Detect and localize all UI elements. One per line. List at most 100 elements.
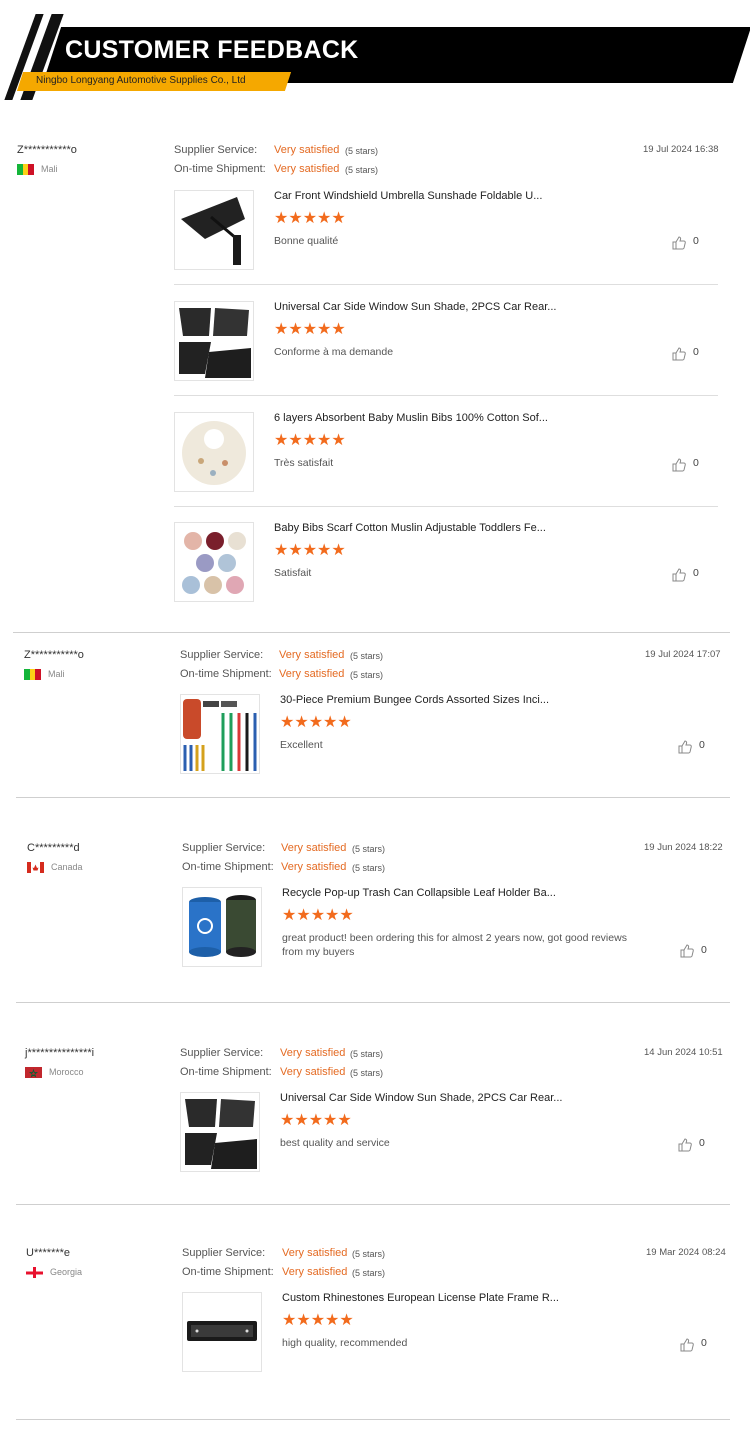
window-sunshade-image[interactable] <box>180 1092 260 1172</box>
review-date: 19 Jun 2024 18:22 <box>644 842 723 853</box>
like-count: 0 <box>701 944 707 956</box>
license-plate-frame-image[interactable] <box>182 1292 262 1372</box>
page-title: CUSTOMER FEEDBACK <box>65 36 359 64</box>
review-comment: Satisfait <box>274 567 312 579</box>
supplier-service-label: Supplier Service: <box>182 1247 266 1259</box>
rating-stars: ★★★★★ <box>282 907 354 924</box>
company-name: Ningbo Longyang Automotive Supplies Co.,… <box>36 75 246 86</box>
product-name[interactable]: Recycle Pop-up Trash Can Collapsible Lea… <box>282 887 556 899</box>
reviewer-name: Z***********o <box>17 144 77 156</box>
product-name[interactable]: Universal Car Side Window Sun Shade, 2PC… <box>280 1092 562 1104</box>
on-time-shipment-rating: Very satisfied <box>282 1266 348 1278</box>
bungee-cords-image[interactable] <box>180 694 260 774</box>
on-time-shipment-label: On-time Shipment: <box>182 1266 274 1278</box>
feedback-banner: CUSTOMER FEEDBACK Ningbo Longyang Automo… <box>0 0 750 110</box>
on-time-shipment-label: On-time Shipment: <box>180 1066 272 1078</box>
on-time-shipment-label: On-time Shipment: <box>180 668 272 680</box>
product-name[interactable]: 30-Piece Premium Bungee Cords Assorted S… <box>280 694 549 706</box>
review-divider <box>16 1002 730 1003</box>
morocco-flag-icon <box>25 1066 42 1078</box>
on-time-shipment-stars: (5 stars) <box>350 670 384 680</box>
reviewer-country: Mali <box>48 669 65 679</box>
product-item: Recycle Pop-up Trash Can Collapsible Lea… <box>182 887 742 987</box>
reviewer-country: Canada <box>51 862 83 872</box>
supplier-service-stars: (5 stars) <box>350 1049 384 1059</box>
reviewer-name: j***************i <box>25 1047 95 1059</box>
rating-stars: ★★★★★ <box>280 1112 352 1129</box>
product-name[interactable]: Baby Bibs Scarf Cotton Muslin Adjustable… <box>274 522 546 534</box>
reviewer-country: Mali <box>41 164 58 174</box>
thumbs-up-icon[interactable] <box>679 1337 695 1353</box>
rating-stars: ★★★★★ <box>274 321 346 338</box>
georgia-flag-icon <box>26 1266 43 1278</box>
canada-flag-icon <box>27 861 44 873</box>
review-divider <box>16 1204 730 1205</box>
thumbs-up-icon[interactable] <box>671 457 687 473</box>
rating-stars: ★★★★★ <box>282 1312 354 1329</box>
supplier-service-rating: Very satisfied <box>282 1247 348 1259</box>
on-time-shipment-rating: Very satisfied <box>274 163 340 175</box>
mali-flag-icon <box>24 668 41 680</box>
on-time-shipment-stars: (5 stars) <box>345 165 379 175</box>
supplier-service-label: Supplier Service: <box>174 144 258 156</box>
thumbs-up-icon[interactable] <box>677 739 693 755</box>
product-name[interactable]: Car Front Windshield Umbrella Sunshade F… <box>274 190 542 202</box>
like-count: 0 <box>693 457 699 469</box>
item-separator <box>174 395 718 396</box>
on-time-shipment-label: On-time Shipment: <box>182 861 274 873</box>
baby-bib-image[interactable] <box>174 412 254 492</box>
supplier-service-rating: Very satisfied <box>281 842 347 854</box>
on-time-shipment-rating: Very satisfied <box>279 668 345 680</box>
bibs-scarf-image[interactable] <box>174 522 254 602</box>
rating-stars: ★★★★★ <box>274 432 346 449</box>
umbrella-sunshade-image[interactable] <box>174 190 254 270</box>
rating-stars: ★★★★★ <box>274 210 346 227</box>
product-item: 6 layers Absorbent Baby Muslin Bibs 100%… <box>174 412 734 512</box>
product-name[interactable]: Universal Car Side Window Sun Shade, 2PC… <box>274 301 556 313</box>
supplier-service-rating: Very satisfied <box>274 144 340 156</box>
like-count: 0 <box>693 235 699 247</box>
thumbs-up-icon[interactable] <box>679 943 695 959</box>
thumbs-up-icon[interactable] <box>671 235 687 251</box>
reviewer-country: Morocco <box>49 1067 84 1077</box>
product-name[interactable]: 6 layers Absorbent Baby Muslin Bibs 100%… <box>274 412 548 424</box>
like-count: 0 <box>699 739 705 751</box>
reviewer-name: Z***********o <box>24 649 84 661</box>
thumbs-up-icon[interactable] <box>671 346 687 362</box>
review-date: 19 Jul 2024 16:38 <box>643 144 719 155</box>
supplier-service-stars: (5 stars) <box>350 651 384 661</box>
supplier-service-rating: Very satisfied <box>280 1047 346 1059</box>
item-separator <box>174 284 718 285</box>
review-divider <box>13 632 730 633</box>
supplier-service-label: Supplier Service: <box>180 1047 264 1059</box>
product-name[interactable]: Custom Rhinestones European License Plat… <box>282 1292 559 1304</box>
review-comment: best quality and service <box>280 1137 390 1149</box>
supplier-service-stars: (5 stars) <box>345 146 379 156</box>
reviewer-country: Georgia <box>50 1267 83 1277</box>
thumbs-up-icon[interactable] <box>671 567 687 583</box>
product-item: Car Front Windshield Umbrella Sunshade F… <box>174 190 734 290</box>
like-count: 0 <box>699 1137 705 1149</box>
supplier-service-stars: (5 stars) <box>352 844 386 854</box>
product-item: Baby Bibs Scarf Cotton Muslin Adjustable… <box>174 522 734 622</box>
like-count: 0 <box>701 1337 707 1349</box>
review-comment: great product! been ordering this for al… <box>282 932 627 958</box>
thumbs-up-icon[interactable] <box>677 1137 693 1153</box>
trash-can-image[interactable] <box>182 887 262 967</box>
reviewer-name: U*******e <box>26 1247 71 1259</box>
item-separator <box>174 506 718 507</box>
reviewer-name: C*********d <box>27 842 80 854</box>
review-comment: Excellent <box>280 739 323 751</box>
window-sunshade-image[interactable] <box>174 301 254 381</box>
rating-stars: ★★★★★ <box>274 542 346 559</box>
on-time-shipment-rating: Very satisfied <box>280 1066 346 1078</box>
review-date: 14 Jun 2024 10:51 <box>644 1047 723 1058</box>
supplier-service-label: Supplier Service: <box>180 649 264 661</box>
review-comment: Conforme à ma demande <box>274 346 394 358</box>
on-time-shipment-stars: (5 stars) <box>350 1068 384 1078</box>
review-comment: high quality, recommended <box>282 1337 408 1349</box>
review-comment: Bonne qualité <box>274 235 339 247</box>
on-time-shipment-label: On-time Shipment: <box>174 163 266 175</box>
on-time-shipment-rating: Very satisfied <box>281 861 347 873</box>
review-divider <box>16 1419 730 1420</box>
